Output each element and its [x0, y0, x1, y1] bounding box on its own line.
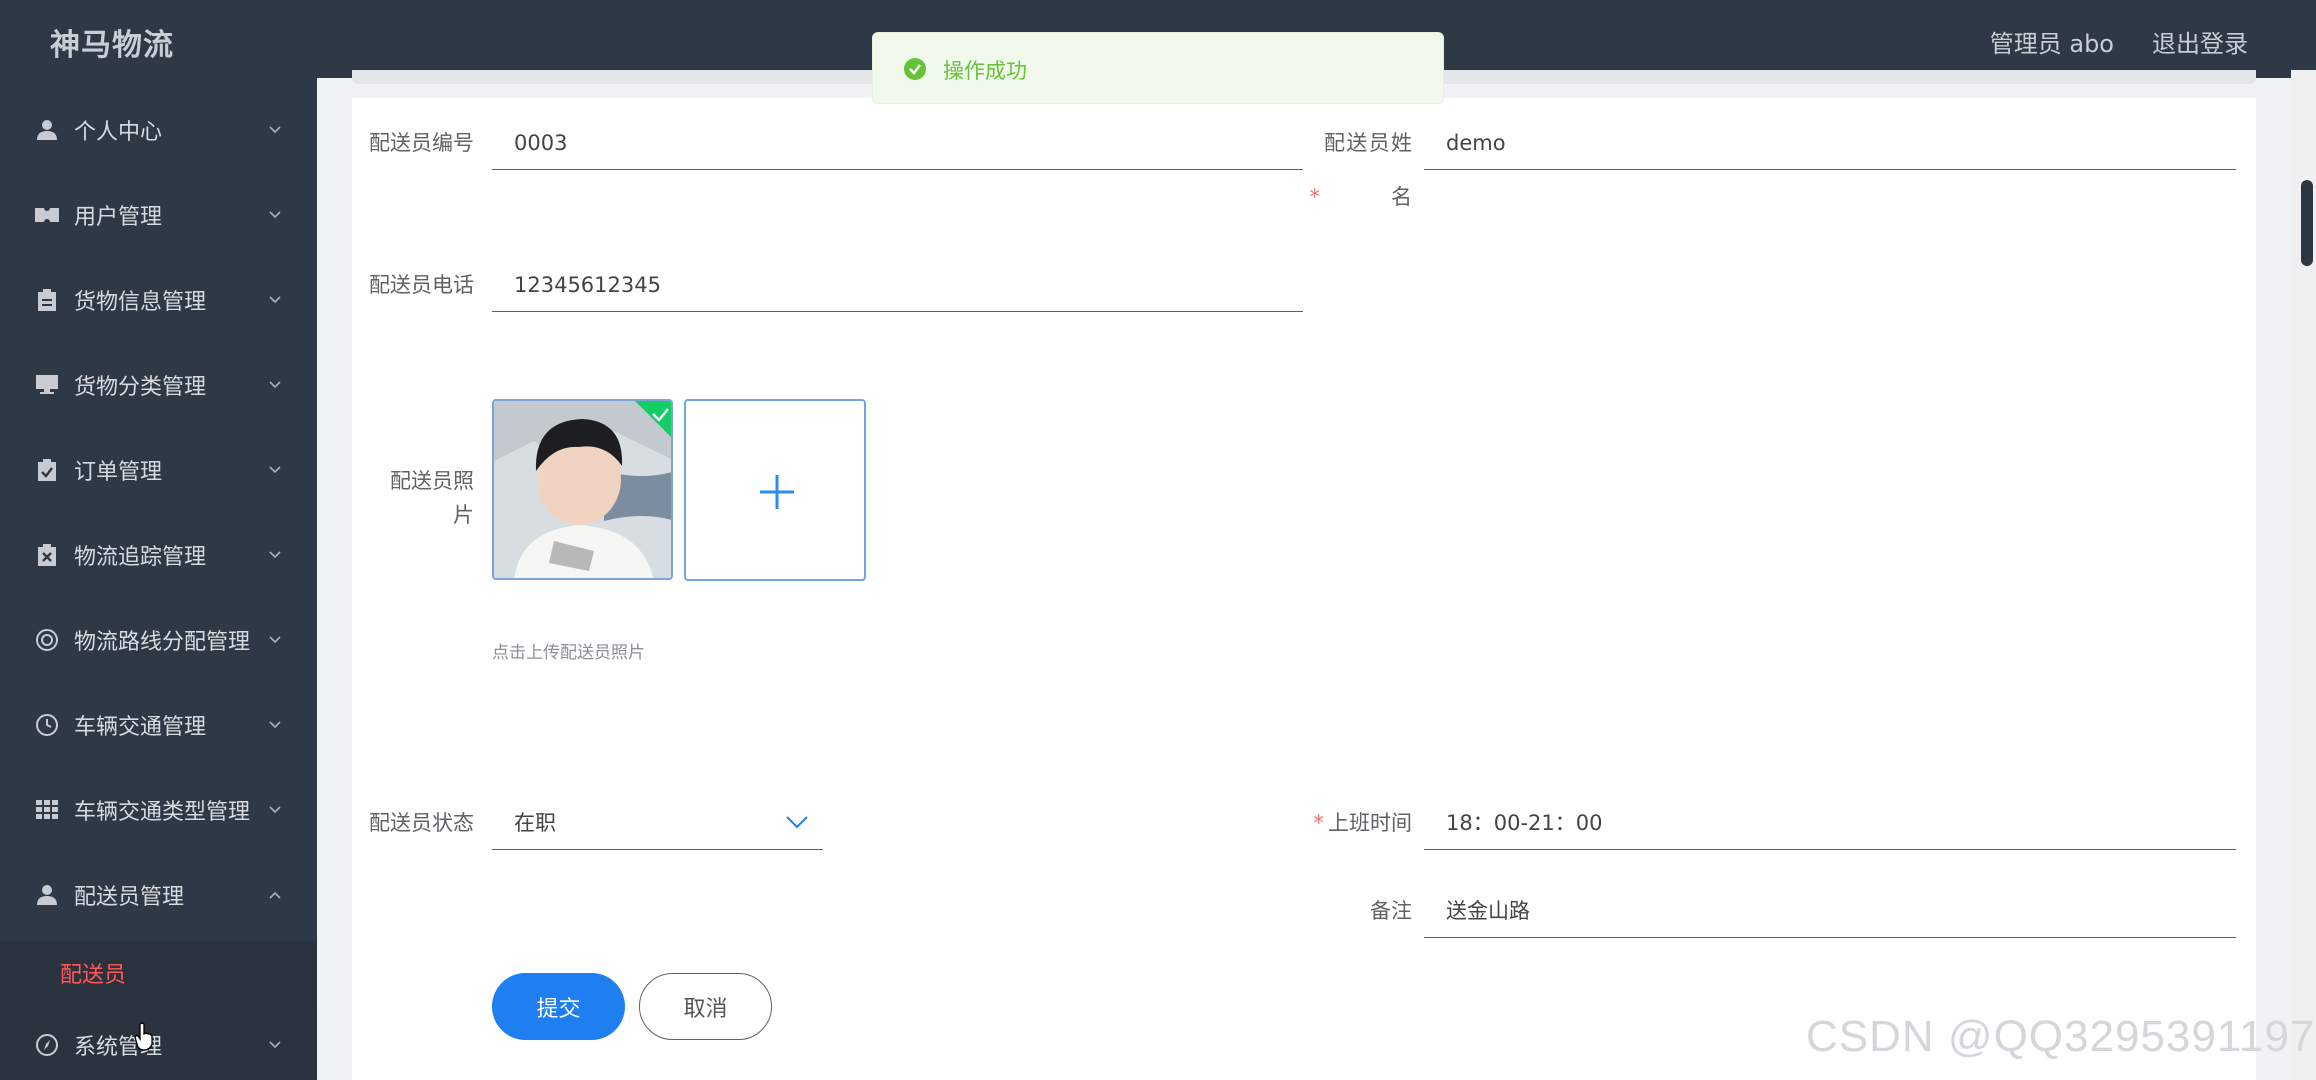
plus-icon [760, 475, 794, 509]
ticket-icon [34, 202, 60, 228]
sidebar-item-label: 订单管理 [74, 460, 163, 485]
sidebar-item-order-management[interactable]: 订单管理 [0, 428, 317, 512]
lifebuoy-icon [34, 627, 60, 653]
upload-photo-button[interactable] [684, 399, 866, 581]
chevron-down-icon [269, 381, 281, 389]
sidebar: 个人中心 用户管理 货物信息管理 货物分类管理 订单管理 物流追踪管理 物流路线… [0, 78, 317, 1080]
sidebar-item-logistics-tracking[interactable]: 物流追踪管理 [0, 513, 317, 597]
courier-photo-label: 配送员照片 [390, 469, 474, 527]
remark-label: 备注 [1370, 899, 1412, 923]
sidebar-item-label: 物流路线分配管理 [74, 630, 251, 655]
sidebar-item-vehicle-type[interactable]: 车辆交通类型管理 [0, 768, 317, 852]
monitor-icon [34, 372, 60, 398]
work-time-input[interactable]: 18：00-21：00 [1424, 796, 2236, 850]
sidebar-item-label: 货物信息管理 [74, 290, 207, 315]
submit-button[interactable]: 提交 [492, 973, 625, 1040]
chevron-down-icon [269, 721, 281, 729]
clock-icon [34, 712, 60, 738]
sidebar-item-system-management[interactable]: 系统管理 [0, 1003, 317, 1080]
scrollbar-thumb[interactable] [2301, 180, 2313, 266]
chevron-down-icon [269, 1041, 281, 1049]
upload-hint: 点击上传配送员照片 [492, 643, 645, 663]
sidebar-item-vehicle-traffic[interactable]: 车辆交通管理 [0, 683, 317, 767]
success-toast: 操作成功 [872, 32, 1444, 104]
sidebar-item-goods-category[interactable]: 货物分类管理 [0, 343, 317, 427]
sidebar-subitem-courier[interactable]: 配送员 [0, 941, 317, 1003]
chevron-down-icon [269, 211, 281, 219]
sidebar-item-user-management[interactable]: 用户管理 [0, 173, 317, 257]
user-icon [34, 882, 60, 908]
chevron-down-icon [269, 636, 281, 644]
sidebar-item-label: 配送员管理 [74, 885, 185, 910]
sidebar-item-label: 用户管理 [74, 205, 163, 230]
sidebar-item-personal-center[interactable]: 个人中心 [0, 88, 317, 172]
required-asterisk: * [1309, 185, 1321, 209]
courier-status-select[interactable]: 在职 [492, 796, 823, 850]
courier-name-label: *配送员姓名 [1309, 131, 1413, 209]
watermark: CSDN @QQ3295391197 [1806, 1012, 2316, 1061]
clipboard-x-icon [34, 542, 60, 568]
sidebar-item-courier-management[interactable]: 配送员管理 [0, 853, 317, 937]
hand-cursor-icon [134, 1022, 153, 1051]
courier-status-label: 配送员状态 [369, 811, 474, 835]
user-icon [34, 117, 60, 143]
cancel-button[interactable]: 取消 [639, 973, 772, 1040]
remark-input[interactable]: 送金山路 [1424, 884, 2236, 938]
chevron-down-icon [269, 551, 281, 559]
toast-message: 操作成功 [943, 59, 1027, 83]
chevron-down-icon [269, 806, 281, 814]
grid-icon [34, 797, 60, 823]
sidebar-item-label: 车辆交通管理 [74, 715, 207, 740]
compass-icon [34, 1032, 60, 1058]
courier-photo-image [494, 401, 671, 578]
chevron-down-icon [269, 296, 281, 304]
sidebar-item-label: 货物分类管理 [74, 375, 207, 400]
chevron-down-icon [269, 466, 281, 474]
check-circle-icon [904, 58, 926, 80]
chevron-up-icon [269, 891, 281, 899]
current-user: 管理员 abo [1989, 30, 2114, 58]
required-asterisk: * [1313, 811, 1325, 835]
checklist-icon [34, 457, 60, 483]
sidebar-item-label: 物流追踪管理 [74, 545, 207, 570]
sidebar-item-label: 车辆交通类型管理 [74, 800, 251, 825]
clipboard-icon [34, 287, 60, 313]
sidebar-item-goods-info[interactable]: 货物信息管理 [0, 258, 317, 342]
courier-name-input[interactable]: demo [1424, 116, 2236, 170]
courier-photo-thumbnail[interactable] [492, 399, 673, 580]
logout-link[interactable]: 退出登录 [2152, 24, 2248, 59]
chevron-down-icon [786, 816, 808, 829]
work-time-label: * 上班时间 [1313, 811, 1413, 835]
courier-id-label: 配送员编号 [369, 131, 474, 155]
chevron-down-icon [269, 126, 281, 134]
courier-phone-label: 配送员电话 [369, 273, 474, 297]
courier-status-value: 在职 [514, 811, 556, 835]
sidebar-subitem-label: 配送员 [60, 963, 127, 988]
courier-phone-input[interactable]: 12345612345 [492, 258, 1303, 312]
sidebar-item-label: 个人中心 [74, 120, 163, 145]
sidebar-item-route-allocation[interactable]: 物流路线分配管理 [0, 598, 317, 682]
courier-id-input[interactable]: 0003 [492, 116, 1303, 170]
app-logo: 神马物流 [50, 28, 174, 63]
